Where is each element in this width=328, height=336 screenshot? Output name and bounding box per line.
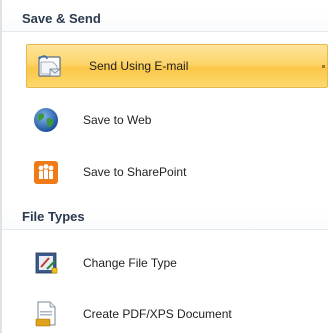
create-pdf-xps-button[interactable]: Create PDF/XPS Document xyxy=(22,292,328,336)
pdf-document-icon xyxy=(29,297,63,331)
item-label: Save to Web xyxy=(83,113,152,127)
save-to-web-button[interactable]: Save to Web xyxy=(22,98,328,142)
save-to-sharepoint-button[interactable]: Save to SharePoint xyxy=(22,150,328,194)
email-icon xyxy=(33,49,67,83)
change-file-type-icon xyxy=(29,246,63,280)
selected-indicator xyxy=(322,65,325,68)
section-header-save-send: Save & Send xyxy=(2,8,328,32)
change-file-type-button[interactable]: Change File Type xyxy=(22,241,328,285)
item-label: Send Using E-mail xyxy=(89,59,189,73)
item-label: Create PDF/XPS Document xyxy=(83,307,232,321)
save-send-panel: Save & Send Send Using E-mail Save to We… xyxy=(0,0,328,333)
item-label: Save to SharePoint xyxy=(83,165,187,179)
globe-icon xyxy=(29,103,63,137)
section-header-file-types: File Types xyxy=(2,206,328,230)
sharepoint-icon xyxy=(29,155,63,189)
send-using-email-button[interactable]: Send Using E-mail xyxy=(26,44,328,88)
item-label: Change File Type xyxy=(83,256,177,270)
